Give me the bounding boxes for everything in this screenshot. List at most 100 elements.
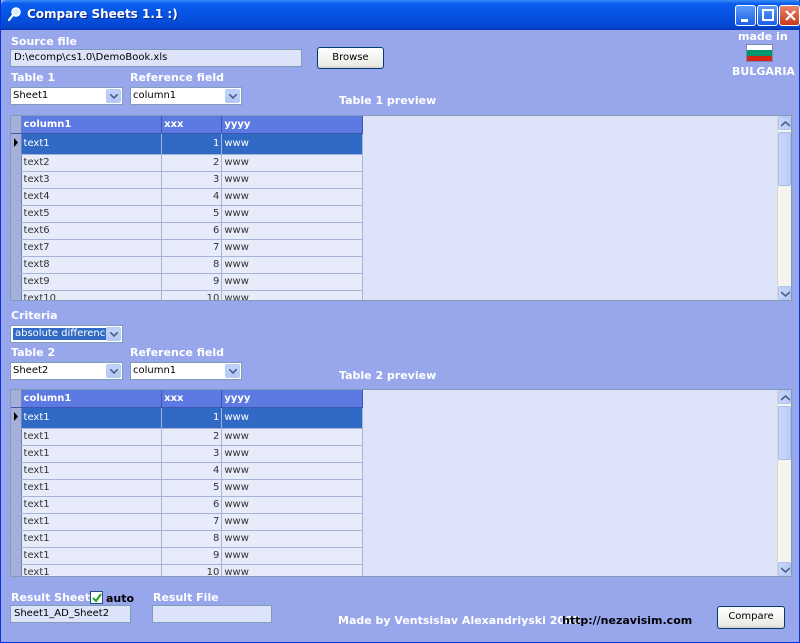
table1-scrollbar[interactable] bbox=[777, 116, 791, 300]
table-cell[interactable]: 2 bbox=[161, 154, 223, 172]
table-row[interactable]: text6 6 www bbox=[11, 222, 363, 240]
table-row[interactable]: text1 7 www bbox=[11, 513, 363, 531]
table-cell[interactable]: www bbox=[221, 479, 363, 497]
row-selector[interactable] bbox=[11, 154, 22, 172]
table-cell[interactable]: www bbox=[221, 222, 363, 240]
minimize-button[interactable] bbox=[735, 5, 756, 26]
result-sheet-field[interactable]: Sheet1_AD_Sheet2 bbox=[10, 605, 131, 623]
browse-button[interactable]: Browse bbox=[317, 47, 384, 69]
table-cell[interactable]: 4 bbox=[161, 462, 223, 480]
table2-scrollbar[interactable] bbox=[777, 390, 791, 576]
chevron-down-icon[interactable] bbox=[106, 89, 121, 103]
row-selector[interactable] bbox=[11, 256, 22, 274]
table-row[interactable]: text1 2 www bbox=[11, 428, 363, 446]
row-selector[interactable] bbox=[11, 407, 22, 429]
column-header[interactable]: xxx bbox=[161, 116, 223, 134]
chevron-down-icon[interactable] bbox=[225, 364, 240, 378]
column-header[interactable]: yyyy bbox=[221, 390, 363, 408]
source-file-field[interactable]: D:\ecomp\cs1.0\DemoBook.xls bbox=[10, 49, 302, 67]
chevron-down-icon[interactable] bbox=[225, 89, 240, 103]
table-cell[interactable]: 10 bbox=[161, 564, 223, 576]
column-header[interactable]: column1 bbox=[21, 390, 163, 408]
website-link[interactable]: http://nezavisim.com bbox=[562, 614, 692, 627]
table-cell[interactable]: 8 bbox=[161, 256, 223, 274]
row-header-corner[interactable] bbox=[11, 390, 22, 408]
table-row[interactable]: text3 3 www bbox=[11, 171, 363, 189]
table-cell[interactable]: text1 bbox=[21, 462, 163, 480]
table-cell[interactable]: www bbox=[221, 205, 363, 223]
table-row[interactable]: text2 2 www bbox=[11, 154, 363, 172]
scroll-up-button[interactable] bbox=[778, 390, 791, 404]
row-selector[interactable] bbox=[11, 564, 22, 576]
auto-checkbox[interactable] bbox=[90, 591, 103, 604]
table-cell[interactable]: www bbox=[221, 547, 363, 565]
row-header-corner[interactable] bbox=[11, 116, 22, 134]
table-row[interactable]: text5 5 www bbox=[11, 205, 363, 223]
table-cell[interactable]: 8 bbox=[161, 530, 223, 548]
row-selector[interactable] bbox=[11, 513, 22, 531]
row-selector[interactable] bbox=[11, 445, 22, 463]
table-cell[interactable]: 3 bbox=[161, 171, 223, 189]
result-file-field[interactable] bbox=[152, 605, 272, 623]
scroll-down-button[interactable] bbox=[778, 286, 791, 300]
table-cell[interactable]: 10 bbox=[161, 290, 223, 300]
table-cell[interactable]: www bbox=[221, 273, 363, 291]
table-cell[interactable]: 7 bbox=[161, 513, 223, 531]
table-cell[interactable]: 1 bbox=[161, 133, 223, 155]
table-cell[interactable]: text1 bbox=[21, 428, 163, 446]
table-cell[interactable]: www bbox=[221, 530, 363, 548]
table-cell[interactable]: 5 bbox=[161, 205, 223, 223]
table-row[interactable]: text1 9 www bbox=[11, 547, 363, 565]
table-cell[interactable]: www bbox=[221, 407, 363, 429]
scroll-thumb[interactable] bbox=[778, 406, 791, 460]
table-cell[interactable]: www bbox=[221, 188, 363, 206]
table-cell[interactable]: text1 bbox=[21, 513, 163, 531]
table1-sheet-select[interactable]: Sheet1 bbox=[10, 87, 123, 105]
row-selector[interactable] bbox=[11, 273, 22, 291]
table-cell[interactable]: www bbox=[221, 496, 363, 514]
table-row[interactable]: text7 7 www bbox=[11, 239, 363, 257]
scroll-down-button[interactable] bbox=[778, 562, 791, 576]
table-cell[interactable]: text1 bbox=[21, 547, 163, 565]
row-selector[interactable] bbox=[11, 479, 22, 497]
table-cell[interactable]: text6 bbox=[21, 222, 163, 240]
table-cell[interactable]: 9 bbox=[161, 547, 223, 565]
maximize-button[interactable] bbox=[757, 5, 778, 26]
column-header[interactable]: column1 bbox=[21, 116, 163, 134]
table-row[interactable]: text1 8 www bbox=[11, 530, 363, 548]
table-cell[interactable]: text4 bbox=[21, 188, 163, 206]
table-row[interactable]: text8 8 www bbox=[11, 256, 363, 274]
table1-reference-select[interactable]: column1 bbox=[130, 87, 242, 105]
table-cell[interactable]: 1 bbox=[161, 407, 223, 429]
table-cell[interactable]: www bbox=[221, 462, 363, 480]
table-row[interactable]: text1 5 www bbox=[11, 479, 363, 497]
table-cell[interactable]: www bbox=[221, 239, 363, 257]
table-cell[interactable]: www bbox=[221, 154, 363, 172]
row-selector[interactable] bbox=[11, 290, 22, 300]
table-row[interactable]: text1 10 www bbox=[11, 564, 363, 576]
table-cell[interactable]: www bbox=[221, 428, 363, 446]
column-header[interactable]: yyyy bbox=[221, 116, 363, 134]
table-cell[interactable]: www bbox=[221, 445, 363, 463]
table-cell[interactable]: text7 bbox=[21, 239, 163, 257]
table-cell[interactable]: www bbox=[221, 171, 363, 189]
table-row[interactable]: text1 6 www bbox=[11, 496, 363, 514]
row-selector[interactable] bbox=[11, 133, 22, 155]
scroll-up-button[interactable] bbox=[778, 116, 791, 130]
table-row[interactable]: text4 4 www bbox=[11, 188, 363, 206]
close-button[interactable] bbox=[779, 5, 800, 26]
row-selector[interactable] bbox=[11, 222, 22, 240]
table-cell[interactable]: text8 bbox=[21, 256, 163, 274]
row-selector[interactable] bbox=[11, 462, 22, 480]
table-cell[interactable]: text1 bbox=[21, 479, 163, 497]
table-cell[interactable]: text1 bbox=[21, 133, 163, 155]
table-cell[interactable]: text1 bbox=[21, 407, 163, 429]
table-cell[interactable]: 6 bbox=[161, 496, 223, 514]
table-cell[interactable]: text1 bbox=[21, 564, 163, 576]
criteria-select[interactable]: absolute difference bbox=[10, 325, 123, 343]
table1-preview-grid[interactable]: column1 xxx yyyy text1 1 www text2 2 www text3 3 ww… bbox=[10, 115, 792, 301]
table-cell[interactable]: www bbox=[221, 133, 363, 155]
table-cell[interactable]: 2 bbox=[161, 428, 223, 446]
row-selector[interactable] bbox=[11, 171, 22, 189]
table-row[interactable]: text1 1 www bbox=[11, 407, 363, 429]
